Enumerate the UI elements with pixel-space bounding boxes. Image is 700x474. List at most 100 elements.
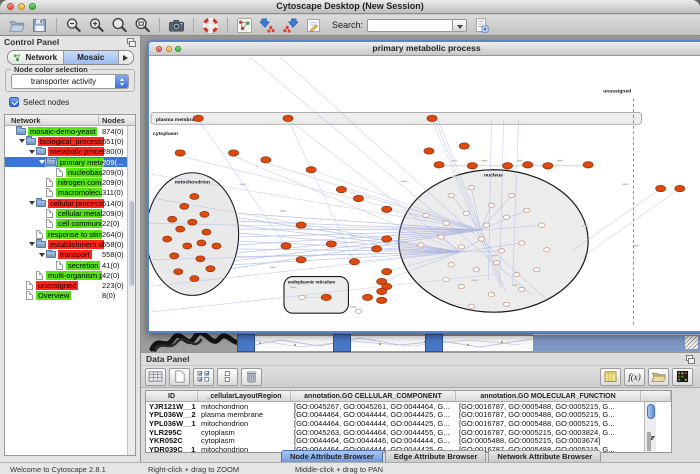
tree-row[interactable]: multi-organism pro42(0) [5,270,135,280]
scrollbar-thumb[interactable] [647,404,655,419]
node-color-dropdown[interactable]: transporter activity [11,74,129,89]
tree-label: establishment of lo [48,240,104,249]
floppy-icon [31,17,48,34]
expander-icon[interactable] [28,147,36,157]
attribute-table: ID _cellularLayoutRegion annotation.GO C… [145,390,672,453]
search-settings-button[interactable] [470,16,493,35]
search-input[interactable] [367,19,453,32]
network-canvas[interactable]: plasma membrane cytoplasm unassigned mit… [149,57,700,331]
node-count: 874(0) [102,127,124,136]
magnifier-minus-icon [65,17,82,34]
tree-row[interactable]: transport558(0) [5,250,135,260]
expander-icon[interactable] [38,250,46,260]
unselect-attributes-button[interactable] [217,368,238,386]
delete-attribute-button[interactable] [241,368,262,386]
table-row[interactable]: YKR052Ccytoplasm[GO:0044464, GO:0044446,… [146,436,671,445]
tree-row[interactable]: metabolic process280(0) [5,147,135,157]
import-attributes-button[interactable] [648,368,669,386]
file-icon [36,230,43,239]
zoom-fit-button[interactable] [131,16,154,35]
expander-icon[interactable] [28,198,36,208]
expander-icon[interactable] [28,239,36,249]
new-attribute-button[interactable] [169,368,190,386]
tree-row[interactable]: cellular metabo209(0) [5,208,135,218]
node-count: 209(0) [102,209,124,218]
attribute-matrix-button[interactable] [672,368,693,386]
tree-row[interactable]: unassigned223(0) [5,280,135,290]
column-header[interactable]: ID [146,391,198,401]
plasma-membrane-region[interactable]: plasma membrane [151,112,642,124]
search-dropdown-button[interactable] [453,19,467,32]
function-builder-button[interactable]: f(x) [624,368,645,386]
table-scrollbar[interactable] [644,402,656,452]
tree-row[interactable]: nucleobase-209(0) [5,167,135,177]
export-network-button[interactable] [279,16,302,35]
tree-row[interactable]: biological_process651(0) [5,136,135,146]
tree-row[interactable]: establishment of lo558(0) [5,239,135,249]
column-header[interactable]: annotation.GO MOLECULAR_FUNCTION [456,391,641,401]
tab-overflow-arrow-icon[interactable] [119,51,133,64]
close-button[interactable] [156,46,162,52]
attribute-table-button[interactable] [145,368,166,386]
dropdown-value: transporter activity [12,77,115,86]
tab-mosaic[interactable]: Mosaic [64,51,120,64]
app-titlebar[interactable]: Cytoscape Desktop (New Session) [0,0,700,14]
zoom-selected-button[interactable] [108,16,131,35]
resize-grip-icon[interactable] [685,336,698,349]
export-image-button[interactable] [165,16,188,35]
tree-row[interactable]: macromolecule311(0) [5,188,135,198]
status-bar: Welcome to Cytoscape 2.8.1 Right-click +… [0,462,700,474]
scrollbar-thumb[interactable] [129,201,134,286]
column-nodes[interactable]: Nodes [102,116,125,125]
tree-row[interactable]: Overview8(0) [5,291,135,301]
tree-row[interactable]: nitrogen compo209(0) [5,177,135,187]
tree-row[interactable]: secretion41(0) [5,260,135,270]
select-nodes-checkbox[interactable] [9,97,19,107]
float-panel-icon[interactable] [127,38,136,47]
tab-network[interactable]: Network [8,51,64,64]
zoom-window-button[interactable] [175,46,181,52]
expander-icon[interactable] [38,157,46,167]
select-attributes-button[interactable] [193,368,214,386]
dropdown-stepper-icon[interactable] [115,75,128,88]
tree-scrollbar[interactable] [127,126,135,455]
column-network[interactable]: Network [11,116,41,125]
tree-label: macromolecule [56,188,102,197]
tab-node-attribute-browser[interactable]: Node Attribute Browser [281,450,383,462]
tree-row-selected[interactable]: primary metabo209(... [5,157,135,167]
network-window-titlebar[interactable]: primary metabolic process [149,42,700,56]
create-network-view-button[interactable] [233,16,256,35]
tree-row[interactable]: cellular process614(0) [5,198,135,208]
table-row[interactable]: YPL036W__1mitochondrion[GO:0044464, GO:0… [146,419,671,428]
network-view-window[interactable]: primary metabolic process plasma membran… [147,40,700,333]
scroll-down-icon[interactable] [649,432,651,451]
file-icon [56,261,63,270]
table-row[interactable]: YPL036W__2plasma membrane[GO:0044464, GO… [146,411,671,420]
open-session-button[interactable] [5,16,28,35]
import-network-button[interactable] [256,16,279,35]
mitochondrion-label: mitochondrion [175,180,210,186]
tree-row[interactable]: response to stimulu264(0) [5,229,135,239]
background-window-titlebar-fragment [333,334,351,352]
save-table-button[interactable] [600,368,621,386]
float-panel-icon[interactable] [686,355,695,364]
column-header[interactable]: annotation.GO CELLULAR_COMPONENT [291,391,456,401]
zoom-out-button[interactable] [62,16,85,35]
node-count: 22(0) [102,219,120,228]
save-session-button[interactable] [28,16,51,35]
help-button[interactable] [199,16,222,35]
attribute-table-header[interactable]: ID _cellularLayoutRegion annotation.GO C… [146,391,671,402]
table-row[interactable]: YLR295Ccytoplasm[GO:0045263, GO:0044464,… [146,428,671,437]
zoom-in-button[interactable] [85,16,108,35]
expander-icon[interactable] [18,136,26,146]
tab-edge-attribute-browser[interactable]: Edge Attribute Browser [385,450,486,462]
tree-row[interactable]: mosaic-demo-yeast874(0) [5,126,135,136]
tab-network-attribute-browser[interactable]: Network Attribute Browser [488,450,601,462]
column-header[interactable]: _cellularLayoutRegion [198,391,291,401]
tree-header[interactable]: Network Nodes [5,115,135,126]
vizmapper-button[interactable] [302,16,325,35]
table-row[interactable]: YJR121W__1mitochondrion[GO:0045267, GO:0… [146,402,671,411]
endoplasmic-reticulum-region[interactable]: endoplasmic reticulum [284,277,348,314]
tree-row[interactable]: cell communicat22(0) [5,219,135,229]
minimize-button[interactable] [166,46,172,52]
